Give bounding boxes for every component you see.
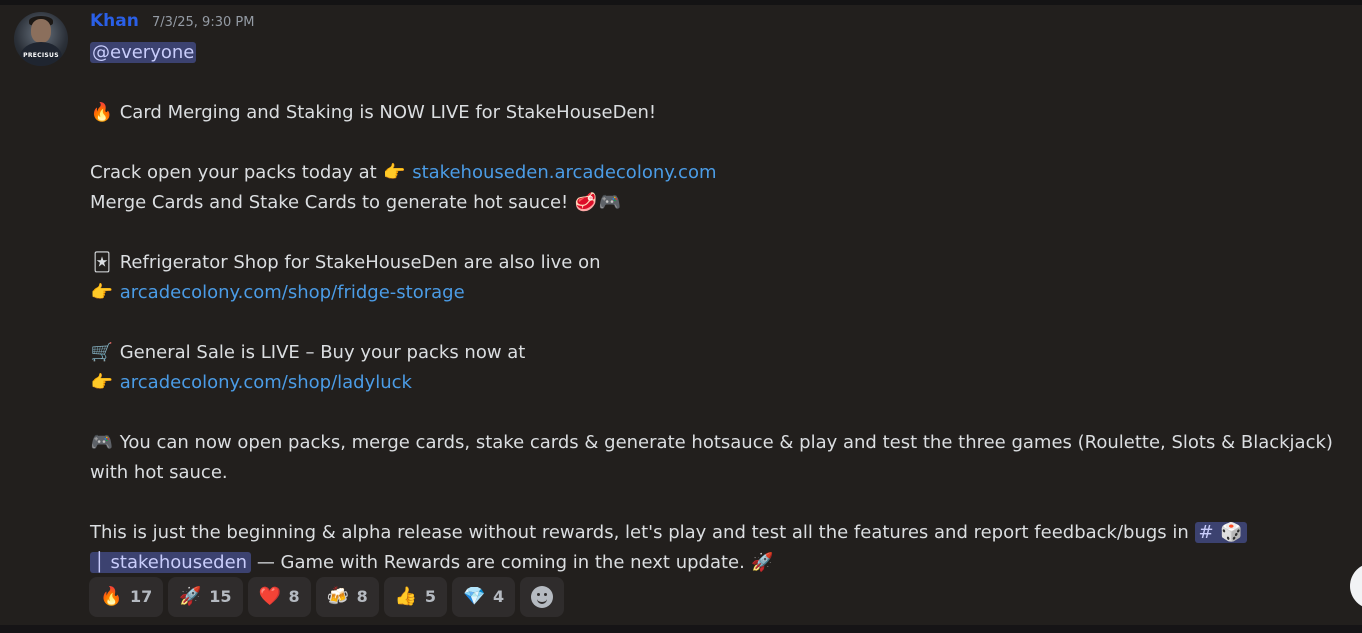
reaction-count: 8 xyxy=(356,587,368,606)
message-line: Merge Cards and Stake Cards to generate … xyxy=(90,188,1352,218)
message-line: Crack open your packs today at 👉 stakeho… xyxy=(90,158,1352,188)
shopping-cart-icon: 🛒 xyxy=(90,342,114,363)
reaction-fire[interactable]: 🔥 17 xyxy=(89,577,164,617)
everyone-mention[interactable]: @everyone xyxy=(90,42,197,63)
dice-emoji-icon: 🎲 xyxy=(1220,522,1243,543)
merge-text: Merge Cards and Stake Cards to generate … xyxy=(90,192,569,213)
reaction-count: 8 xyxy=(288,587,300,606)
author-name[interactable]: Khan xyxy=(90,11,139,31)
announcement-text: Card Merging and Staking is NOW LIVE for… xyxy=(119,102,657,123)
joker-card-icon: 🃏 xyxy=(92,252,112,273)
channel-mention-prefix[interactable]: # 🎲 xyxy=(1194,522,1248,543)
packs-text: Crack open your packs today at xyxy=(90,162,377,183)
fire-icon: 🔥 xyxy=(100,586,123,607)
features-text: You can now open packs, merge cards, sta… xyxy=(90,432,1333,483)
beer-mugs-icon: 🍻 xyxy=(326,586,350,607)
reaction-heart[interactable]: ❤️ 8 xyxy=(247,577,311,617)
fridge-shop-text: Refrigerator Shop for StakeHouseDen are … xyxy=(119,252,601,273)
message-line: This is just the beginning & alpha relea… xyxy=(90,518,1352,548)
message-timestamp[interactable]: 7/3/25, 9:30 PM xyxy=(152,15,255,30)
stakehouseden-link[interactable]: stakehouseden.arcadecolony.com xyxy=(412,162,716,183)
fire-emoji-icon: 🔥 xyxy=(90,102,114,123)
smiley-icon xyxy=(531,586,554,608)
reaction-count: 17 xyxy=(130,587,153,606)
add-reaction-button[interactable] xyxy=(520,577,565,617)
bottom-bar xyxy=(0,625,1362,633)
ladyluck-link[interactable]: arcadecolony.com/shop/ladyluck xyxy=(120,372,412,393)
pointing-hand-icon: 👉 xyxy=(383,162,406,183)
avatar-tag: PRECISUS xyxy=(23,52,59,59)
top-bar xyxy=(0,0,1362,5)
gamepad-emoji-icon: 🎮 xyxy=(90,432,114,453)
pointing-hand-icon: 👉 xyxy=(90,372,114,393)
hash-icon: # xyxy=(1198,522,1214,543)
steak-emoji-icon: 🥩 xyxy=(574,192,598,213)
reaction-count: 15 xyxy=(209,587,232,606)
alpha-release-text: This is just the beginning & alpha relea… xyxy=(90,522,1189,543)
user-avatar[interactable]: PRECISUS xyxy=(14,12,68,66)
general-sale-text: General Sale is LIVE – Buy your packs no… xyxy=(119,342,526,363)
fridge-storage-link[interactable]: arcadecolony.com/shop/fridge-storage xyxy=(120,282,465,303)
channel-mention-stakehouseden[interactable]: │ stakehouseden xyxy=(90,552,252,573)
reaction-count: 5 xyxy=(424,587,436,606)
message-header: Khan 7/3/25, 9:30 PM xyxy=(90,11,254,31)
gem-icon: 💎 xyxy=(462,586,486,607)
heart-icon: ❤️ xyxy=(258,586,281,607)
reaction-count: 4 xyxy=(492,587,505,606)
message-line: 👉 arcadecolony.com/shop/fridge-storage xyxy=(90,278,1352,308)
next-update-text: — Game with Rewards are coming in the ne… xyxy=(256,552,745,573)
reaction-rocket[interactable]: 🚀 15 xyxy=(168,577,243,617)
message-line: 🔥 Card Merging and Staking is NOW LIVE f… xyxy=(90,98,1352,128)
reaction-gem[interactable]: 💎 4 xyxy=(451,577,516,617)
message-line: 👉 arcadecolony.com/shop/ladyluck xyxy=(90,368,1352,398)
message-content: @everyone 🔥 Card Merging and Staking is … xyxy=(90,38,1352,578)
reaction-thumbs-up[interactable]: 👍 5 xyxy=(383,577,447,617)
avatar-face xyxy=(31,19,51,43)
message-line: @everyone xyxy=(90,38,1352,68)
message-line: 🛒 General Sale is LIVE – Buy your packs … xyxy=(90,338,1352,368)
gamepad-emoji-icon: 🎮 xyxy=(598,192,622,213)
reactions-bar: 🔥 17 🚀 15 ❤️ 8 🍻 8 👍 5 💎 4 xyxy=(89,577,565,617)
pointing-hand-icon: 👉 xyxy=(90,282,114,303)
rocket-icon: 🚀 xyxy=(179,586,202,607)
thumbs-up-icon: 👍 xyxy=(394,586,418,607)
reaction-beers[interactable]: 🍻 8 xyxy=(315,577,379,617)
message-line: 🃏 Refrigerator Shop for StakeHouseDen ar… xyxy=(90,248,1352,278)
message-paragraph: 🎮 You can now open packs, merge cards, s… xyxy=(90,428,1352,488)
message-line: │ stakehouseden — Game with Rewards are … xyxy=(90,548,1352,578)
rocket-emoji-icon: 🚀 xyxy=(751,552,774,573)
